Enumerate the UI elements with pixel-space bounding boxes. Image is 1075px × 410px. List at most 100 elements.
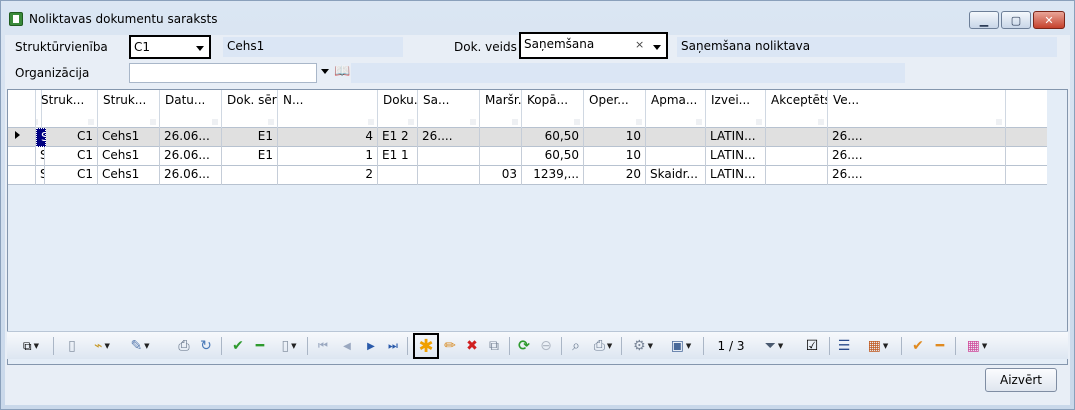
cell-col-total[interactable]: 1239,... <box>522 166 584 185</box>
filter-cell-icon[interactable] <box>756 119 762 125</box>
row-indicator[interactable] <box>8 147 36 166</box>
new-from-button[interactable]: ▯ ▼ <box>275 337 303 355</box>
filter-cell-icon[interactable] <box>368 119 374 125</box>
filter-cell-icon[interactable] <box>512 119 518 125</box>
header-col-accepted[interactable]: Akceptēts <box>766 90 828 128</box>
cell-col-accepted[interactable] <box>766 147 828 166</box>
view-button[interactable]: ⧉ ▼ <box>15 337 47 355</box>
cell-col-doc-series[interactable] <box>222 166 278 185</box>
close-button[interactable]: Aizvērt <box>985 368 1057 392</box>
cell-col-route[interactable] <box>480 147 522 166</box>
edit-record-button[interactable]: ✏ <box>441 337 459 355</box>
cell-col-created[interactable]: LATIN... <box>706 166 766 185</box>
table-row[interactable]: Saņe...C1Cehs126.06...E11E1 160,5010LATI… <box>8 147 1047 166</box>
apps-button[interactable]: ▦ ▼ <box>961 337 993 355</box>
header-col-oper[interactable]: Oper... <box>584 90 646 128</box>
table-row[interactable]: Saņe...C1Cehs126.06...2031239,...20Skaid… <box>8 166 1047 185</box>
cell-col-oper[interactable]: 20 <box>584 166 646 185</box>
filter-cell-icon[interactable] <box>818 119 824 125</box>
chevron-down-icon[interactable] <box>196 46 204 51</box>
attach-button[interactable]: ⌁ ▼ <box>87 337 117 355</box>
filter-cell-icon[interactable] <box>636 119 642 125</box>
row-indicator[interactable] <box>8 128 36 147</box>
cell-col-date[interactable]: 26.06... <box>160 147 222 166</box>
header-col-sa[interactable]: Sa... <box>418 90 480 128</box>
cell-col-document[interactable]: E1 1 <box>378 147 418 166</box>
cancel-button[interactable]: ⊖ <box>537 337 555 355</box>
cell-col-doc-series[interactable]: E1 <box>222 128 278 147</box>
cell-col-document[interactable] <box>378 166 418 185</box>
filter-cell-icon[interactable] <box>150 119 156 125</box>
cell-col-payment[interactable]: Skaidr... <box>646 166 706 185</box>
cell-col-number[interactable]: 4 <box>278 128 378 147</box>
settings-button[interactable]: ⚙ ▼ <box>629 337 657 355</box>
cell-col-oper[interactable]: 10 <box>584 147 646 166</box>
copy-record-button[interactable]: ⧉ <box>485 337 503 355</box>
header-col-ve[interactable]: Ve... <box>828 90 1006 128</box>
header-col-document[interactable]: Doku... <box>378 90 418 128</box>
cell-col-oper[interactable]: 10 <box>584 128 646 147</box>
next-record-button[interactable]: ▶ <box>363 337 379 355</box>
layout-button[interactable]: ☰ <box>835 337 853 355</box>
header-col-created[interactable]: Izvei... <box>706 90 766 128</box>
cell-col-struct-name[interactable]: Cehs1 <box>98 166 160 185</box>
filter-cell-icon[interactable] <box>470 119 476 125</box>
prev-record-button[interactable]: ◀ <box>339 337 355 355</box>
cell-col-doc-series[interactable]: E1 <box>222 147 278 166</box>
cell-col-number[interactable]: 1 <box>278 147 378 166</box>
first-record-button[interactable]: ⏮ <box>315 337 331 355</box>
cell-col-route[interactable]: 03 <box>480 166 522 185</box>
filter-cell-icon[interactable] <box>88 119 94 125</box>
approve-button[interactable]: ✔ <box>909 337 927 355</box>
cell-col-ve[interactable]: 26.... <box>828 147 1006 166</box>
cell-col-payment[interactable] <box>646 147 706 166</box>
reject-button[interactable]: ━ <box>251 337 269 355</box>
cell-col-struct-code[interactable]: C1 <box>36 147 98 166</box>
cell-col-created[interactable]: LATIN... <box>706 147 766 166</box>
refresh-doc-button[interactable]: ↻ <box>197 337 215 355</box>
cell-col-struct-code[interactable]: C1 <box>36 128 98 147</box>
minimize-button[interactable]: ▁ <box>969 11 999 29</box>
table-row[interactable]: Saņe...C1Cehs126.06...E14E1 226....60,50… <box>8 128 1047 147</box>
cell-col-total[interactable]: 60,50 <box>522 128 584 147</box>
cell-col-accepted[interactable] <box>766 128 828 147</box>
header-col-payment[interactable]: Apma... <box>646 90 706 128</box>
cell-col-created[interactable]: LATIN... <box>706 128 766 147</box>
cell-col-struct-name[interactable]: Cehs1 <box>98 147 160 166</box>
header-col-number[interactable]: N... <box>278 90 378 128</box>
book-icon[interactable]: 📖 <box>334 64 350 79</box>
cell-col-accepted[interactable] <box>766 166 828 185</box>
cell-col-document[interactable]: E1 2 <box>378 128 418 147</box>
header-col-total[interactable]: Kopā... <box>522 90 584 128</box>
blank-doc-button[interactable]: ▯ <box>63 337 81 355</box>
cell-col-sa[interactable] <box>418 166 480 185</box>
cell-col-payment[interactable] <box>646 128 706 147</box>
cell-col-route[interactable] <box>480 128 522 147</box>
new-record-button[interactable]: ✱ <box>413 333 439 359</box>
chevron-down-icon[interactable] <box>321 69 329 74</box>
cell-col-struct-code[interactable]: C1 <box>36 166 98 185</box>
header-col-struct-name[interactable]: Struk... <box>98 90 160 128</box>
delete-record-button[interactable]: ✖ <box>463 337 481 355</box>
cell-col-ve[interactable]: 26.... <box>828 166 1006 185</box>
documents-grid[interactable]: Nosa...Struk...Struk...Datu...Dok. sērij… <box>7 89 1068 365</box>
row-indicator[interactable] <box>8 166 36 185</box>
filter-cell-icon[interactable] <box>408 119 414 125</box>
maximize-button[interactable]: ▢ <box>1001 11 1031 29</box>
export-button[interactable]: ▣ ▼ <box>667 337 695 355</box>
chevron-down-icon[interactable] <box>653 45 661 50</box>
calendar-button[interactable]: ▦ ▼ <box>863 337 893 355</box>
cell-col-total[interactable]: 60,50 <box>522 147 584 166</box>
header-col-route[interactable]: Maršr... <box>480 90 522 128</box>
last-record-button[interactable]: ⏭ <box>385 337 401 355</box>
edit-doc-button[interactable]: ✎ ▼ <box>125 337 155 355</box>
unapprove-button[interactable]: ━ <box>931 337 949 355</box>
filter-cell-icon[interactable] <box>574 119 580 125</box>
cell-col-sa[interactable]: 26.... <box>418 128 480 147</box>
filter-cell-icon[interactable] <box>212 119 218 125</box>
filter-cell-icon[interactable] <box>996 119 1002 125</box>
print-button[interactable]: ⎙ ▼ <box>589 337 617 355</box>
doctype-combo[interactable]: Saņemšana × <box>519 32 668 59</box>
cell-col-number[interactable]: 2 <box>278 166 378 185</box>
reload-button[interactable]: ⟳ <box>515 337 533 355</box>
